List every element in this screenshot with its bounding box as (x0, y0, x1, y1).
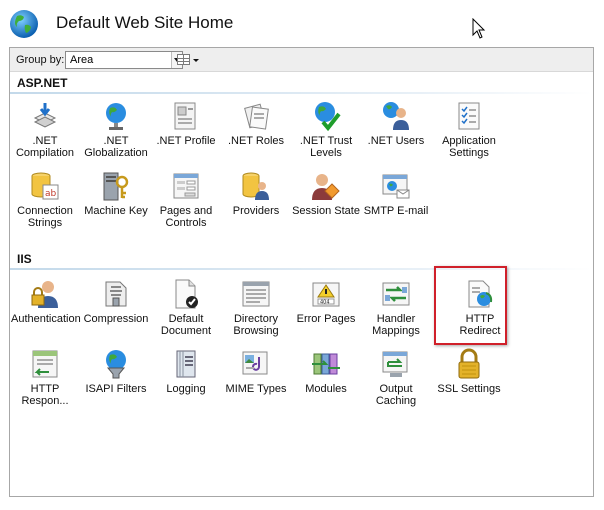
group-by-value: Area (70, 54, 94, 66)
handler-mappings-icon (382, 282, 410, 306)
feature-error-pages[interactable]: 404 Error Pages (292, 278, 360, 350)
feature-label: .NET Users (367, 135, 425, 147)
dotnet-roles-icon (244, 103, 269, 130)
feature-dotnet-roles[interactable]: .NET Roles (222, 100, 290, 172)
session-state-icon (312, 174, 340, 200)
group-by-label: Group by: (16, 54, 65, 66)
feature-modules[interactable]: Modules (292, 348, 360, 420)
feature-connection-strings[interactable]: ab Connection Strings (11, 170, 79, 242)
feature-dotnet-users[interactable]: .NET Users (362, 100, 430, 172)
logging-icon (176, 350, 196, 378)
connection-strings-icon: ab (31, 172, 59, 200)
feature-label: Logging (166, 383, 206, 395)
dotnet-trust-levels-icon (315, 102, 341, 132)
group-title: ASP.NET (17, 76, 68, 90)
machine-key-icon (103, 172, 129, 201)
feature-label: .NET Roles (227, 135, 285, 147)
feature-label: Pages and Controls (159, 205, 213, 229)
compression-icon (105, 281, 127, 307)
page-header: Default Web Site Home (0, 0, 604, 46)
feature-mime-types[interactable]: MIME Types (222, 348, 290, 420)
feature-providers[interactable]: Providers (222, 170, 290, 242)
feature-label: Compression (83, 313, 149, 325)
authentication-icon (31, 281, 58, 308)
svg-text:404: 404 (320, 300, 330, 306)
group-title: IIS (17, 252, 32, 266)
mouse-cursor-icon (472, 18, 486, 39)
feature-directory-browsing[interactable]: Directory Browsing (222, 278, 290, 350)
mime-types-icon (242, 351, 268, 375)
feature-label: .NET Globalization (84, 135, 148, 159)
feature-label: Handler Mappings (372, 313, 420, 337)
feature-label: MIME Types (225, 383, 287, 395)
pages-and-controls-icon (173, 173, 199, 199)
feature-label: Default Document (160, 313, 212, 337)
feature-dotnet-trust-levels[interactable]: .NET Trust Levels (292, 100, 360, 172)
feature-logging[interactable]: Logging (152, 348, 220, 420)
dotnet-compilation-icon (33, 103, 57, 128)
feature-http-response-headers[interactable]: HTTP Respon... (11, 348, 79, 420)
http-response-headers-icon (32, 350, 58, 378)
feature-dotnet-compilation[interactable]: .NET Compilation (11, 100, 79, 172)
isapi-filters-icon (106, 350, 126, 379)
group-by-toolbar: Group by: Area (10, 48, 593, 72)
dotnet-users-icon (383, 102, 409, 130)
group-header-aspnet[interactable]: ASP.NET (10, 74, 593, 94)
directory-browsing-icon (242, 281, 270, 307)
feature-isapi-filters[interactable]: ISAPI Filters (82, 348, 150, 420)
dotnet-globalization-icon (106, 103, 126, 130)
group-divider (10, 92, 593, 94)
feature-default-document[interactable]: Default Document (152, 278, 220, 350)
feature-label: ISAPI Filters (85, 383, 147, 395)
providers-icon (242, 172, 269, 200)
http-redirect-highlight (434, 266, 507, 345)
feature-smtp-email[interactable]: SMTP E-mail (362, 170, 430, 242)
feature-label: Error Pages (296, 313, 356, 325)
feature-dotnet-profile[interactable]: .NET Profile (152, 100, 220, 172)
feature-label: Machine Key (84, 205, 148, 217)
feature-handler-mappings[interactable]: Handler Mappings (362, 278, 430, 350)
feature-label: Modules (305, 383, 347, 395)
feature-output-caching[interactable]: Output Caching (362, 348, 430, 420)
feature-session-state[interactable]: Session State (292, 170, 360, 242)
feature-label: Directory Browsing (233, 313, 279, 337)
feature-machine-key[interactable]: Machine Key (82, 170, 150, 242)
globe-icon (10, 10, 38, 38)
svg-text:ab: ab (45, 189, 57, 199)
feature-label: Output Caching (375, 383, 417, 407)
page-title: Default Web Site Home (56, 13, 234, 32)
feature-label: Application Settings (442, 135, 496, 159)
dropdown-arrow-icon (193, 59, 199, 62)
feature-application-settings[interactable]: Application Settings (435, 100, 503, 172)
output-caching-icon (382, 351, 408, 377)
modules-icon (312, 353, 340, 375)
default-document-icon (175, 279, 198, 309)
feature-pages-and-controls[interactable]: Pages and Controls (152, 170, 220, 242)
smtp-email-icon (382, 174, 410, 199)
feature-dotnet-globalization[interactable]: .NET Globalization (82, 100, 150, 172)
application-settings-icon (458, 102, 480, 130)
feature-ssl-settings[interactable]: SSL Settings (435, 348, 503, 420)
feature-compression[interactable]: Compression (82, 278, 150, 350)
feature-label: Providers (232, 205, 280, 217)
feature-label: SSL Settings (437, 383, 501, 395)
view-mode-button[interactable] (175, 51, 199, 69)
feature-label: .NET Trust Levels (299, 135, 353, 159)
error-pages-icon: 404 (312, 282, 340, 307)
feature-label: Session State (292, 205, 360, 217)
feature-label: .NET Profile (156, 135, 216, 147)
feature-label: .NET Compilation (15, 135, 75, 159)
dotnet-profile-icon (174, 102, 196, 130)
grid-view-icon (177, 54, 190, 65)
feature-label: HTTP Respon... (21, 383, 69, 407)
feature-authentication[interactable]: Authentication (11, 278, 81, 350)
feature-label: Connection Strings (17, 205, 73, 229)
group-by-select[interactable]: Area (65, 51, 183, 69)
feature-label: SMTP E-mail (363, 205, 429, 217)
ssl-settings-icon (458, 348, 480, 379)
feature-label: Authentication (11, 313, 81, 325)
